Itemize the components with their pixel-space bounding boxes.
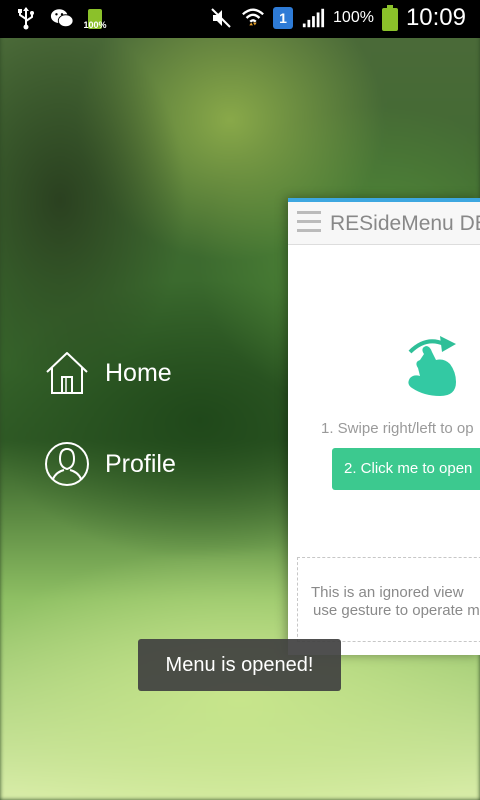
wifi-icon: [241, 6, 265, 30]
wechat-icon: [50, 6, 74, 30]
menu-icon[interactable]: [297, 211, 321, 235]
page-title: RESideMenu DE: [330, 212, 480, 235]
action-bar: RESideMenu DE: [288, 202, 480, 245]
battery-percent: 100%: [333, 9, 374, 26]
profile-icon: [45, 442, 89, 486]
ignored-line-2: use gesture to operate m: [313, 602, 480, 619]
status-bar: 100% 1 100% 10:09: [0, 0, 480, 38]
step1-text: 1. Swipe right/left to op: [321, 420, 474, 437]
battery-icon: [381, 5, 398, 31]
clock: 10:09: [405, 4, 466, 31]
menu-item-label: Profile: [105, 449, 176, 478]
mute-icon: [209, 6, 233, 30]
home-icon: [46, 352, 88, 394]
swipe-hand-icon: [400, 318, 464, 398]
menu-item-label: Home: [105, 358, 172, 387]
ignored-view: This is an ignored view use gesture to o…: [297, 557, 480, 642]
sim-slot-badge: 1: [273, 7, 294, 29]
content-view[interactable]: RESideMenu DE 1. Swipe right/left to op …: [288, 198, 480, 655]
toast-message: Menu is opened!: [138, 639, 341, 691]
usb-icon: [14, 6, 38, 30]
menu-item-profile[interactable]: Profile: [44, 441, 176, 487]
ignored-line-1: This is an ignored view: [311, 584, 464, 601]
battery-charging-icon: 100%: [83, 6, 107, 30]
side-menu: Home Profile: [44, 350, 176, 532]
menu-item-home[interactable]: Home: [44, 350, 176, 396]
open-menu-button[interactable]: 2. Click me to open: [332, 448, 480, 490]
signal-icon: [301, 6, 325, 30]
